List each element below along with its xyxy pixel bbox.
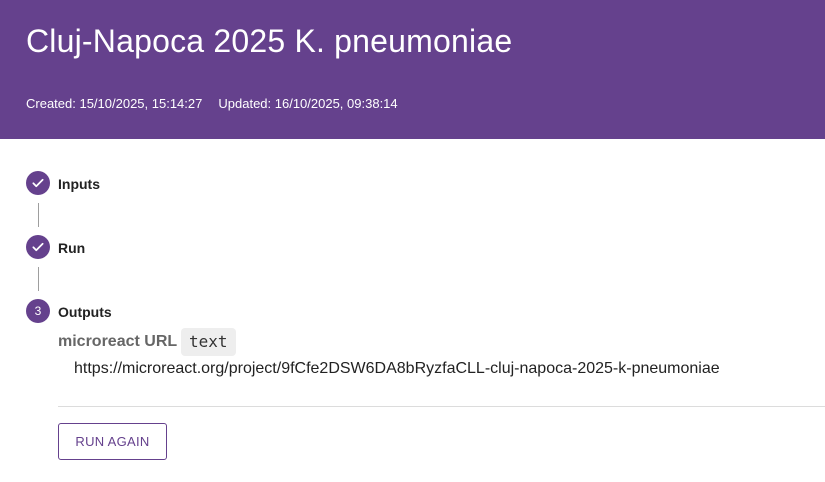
check-icon — [32, 178, 44, 188]
run-again-button[interactable]: RUN AGAIN — [58, 423, 167, 460]
page-header: Cluj-Napoca 2025 K. pneumoniae Created: … — [0, 0, 825, 139]
created-timestamp: Created: 15/10/2025, 15:14:27 — [26, 96, 203, 111]
output-name: microreact URL — [58, 333, 178, 350]
output-url-link[interactable]: https://microreact.org/project/9fCfe2DSW… — [74, 360, 720, 378]
step-inputs-complete-icon — [26, 171, 50, 195]
step-label-run[interactable]: Run — [58, 240, 85, 256]
step-label-inputs[interactable]: Inputs — [58, 176, 100, 192]
timestamps: Created: 15/10/2025, 15:14:27 Updated: 16… — [26, 96, 398, 111]
step-run-complete-icon — [26, 235, 50, 259]
step-outputs-number-badge: 3 — [26, 299, 50, 323]
output-type-chip: text — [181, 328, 236, 356]
check-icon — [32, 242, 44, 252]
step-connector — [38, 203, 39, 227]
page-title: Cluj-Napoca 2025 K. pneumoniae — [26, 23, 513, 59]
step-label-outputs[interactable]: Outputs — [58, 304, 112, 320]
divider — [58, 406, 825, 407]
updated-timestamp: Updated: 16/10/2025, 09:38:14 — [218, 96, 398, 111]
step-connector — [38, 267, 39, 291]
